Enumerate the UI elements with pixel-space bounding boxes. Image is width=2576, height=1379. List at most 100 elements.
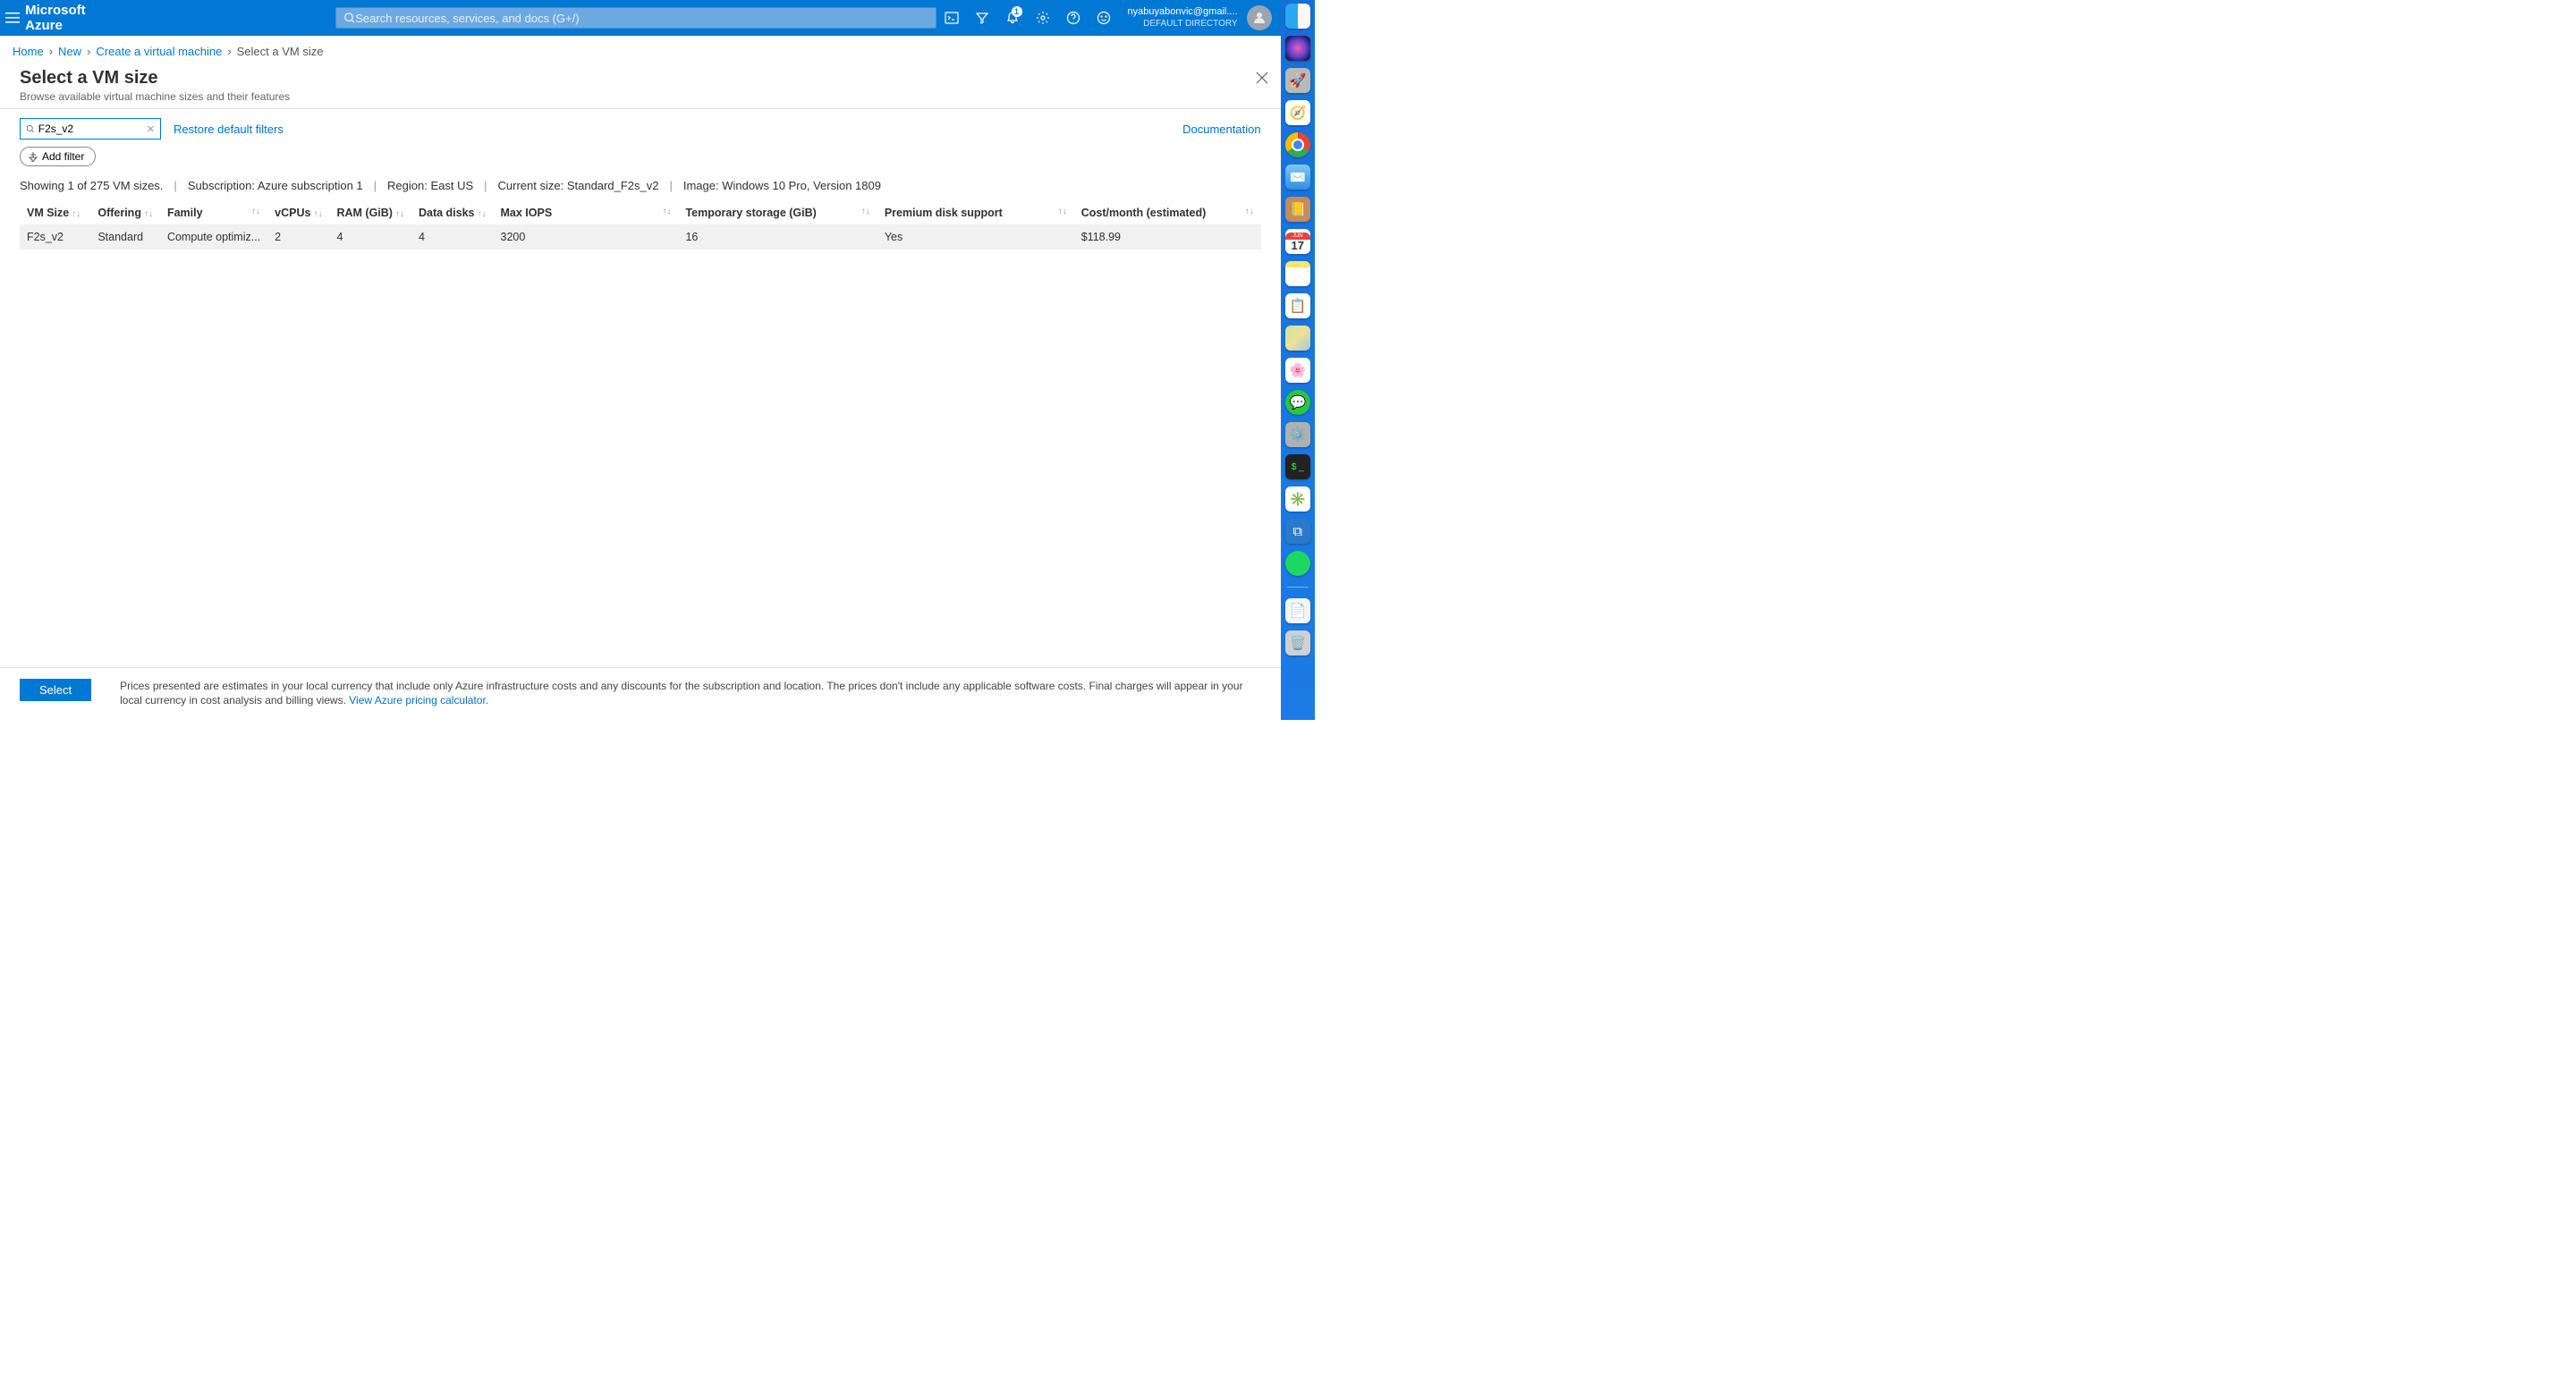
crumb-new[interactable]: New xyxy=(58,45,81,58)
account-directory: DEFAULT DIRECTORY xyxy=(1143,18,1237,30)
cell-vm-size: F2s_v2 xyxy=(20,224,90,250)
cell-premium: Yes xyxy=(877,224,1074,250)
top-nav: Microsoft Azure 1 xyxy=(0,0,1281,36)
page-title: Select a VM size xyxy=(20,68,1261,89)
cell-offering: Standard xyxy=(90,224,160,250)
account-email: nyabuyabonvic@gmail.... xyxy=(1128,5,1238,18)
menu-button[interactable] xyxy=(0,11,25,25)
textedit-icon[interactable]: 📄 xyxy=(1285,598,1310,623)
crumb-current: Select a VM size xyxy=(237,45,324,58)
cell-max-iops: 3200 xyxy=(494,224,679,250)
contacts-icon[interactable]: 📒 xyxy=(1285,197,1310,222)
sort-icon: ↑↓ xyxy=(72,209,80,219)
clear-search-icon[interactable]: ✕ xyxy=(147,123,155,135)
col-offering[interactable]: Offering↑↓ xyxy=(90,201,160,224)
breadcrumb: Home › New › Create a virtual machine › … xyxy=(0,36,1281,68)
slack-icon[interactable]: ✳️ xyxy=(1285,486,1310,512)
page-header: Select a VM size Browse available virtua… xyxy=(0,68,1281,109)
notes-icon[interactable] xyxy=(1285,261,1310,286)
macos-dock: 🚀 🧭 ✉️ 📒 JUN 17 📋 🌸 💬 ⚙️ $ _ ✳️ ⧉ 📄 🗑️ xyxy=(1281,0,1315,720)
chevron-right-icon: › xyxy=(49,45,53,58)
spotify-icon[interactable] xyxy=(1285,551,1310,576)
sort-icon: ↑↓ xyxy=(313,209,322,219)
col-data-disks[interactable]: Data disks↑↓ xyxy=(411,201,494,224)
siri-icon[interactable] xyxy=(1285,36,1310,61)
trash-icon[interactable]: 🗑️ xyxy=(1285,630,1310,656)
restore-default-filters-link[interactable]: Restore default filters xyxy=(174,123,284,136)
sort-icon: ↑↓ xyxy=(144,209,153,219)
sort-icon: ↑↓ xyxy=(861,207,870,216)
cell-family: Compute optimiz... xyxy=(160,224,267,250)
col-temp-storage[interactable]: Temporary storage (GiB)↑↓ xyxy=(678,201,877,224)
feedback-icon[interactable] xyxy=(1089,0,1119,36)
result-count: Showing 1 of 275 VM sizes. xyxy=(20,179,163,192)
subscription-label: Subscription: Azure subscription 1 xyxy=(188,179,363,192)
dock-divider xyxy=(1287,587,1309,588)
chrome-icon[interactable] xyxy=(1285,132,1310,157)
cell-data-disks: 4 xyxy=(411,224,494,250)
add-filter-button[interactable]: Add filter xyxy=(20,147,96,166)
cloud-shell-icon[interactable] xyxy=(936,0,967,36)
launchpad-icon[interactable]: 🚀 xyxy=(1285,68,1310,93)
photos-icon[interactable]: 🌸 xyxy=(1285,358,1310,383)
col-premium[interactable]: Premium disk support↑↓ xyxy=(877,201,1074,224)
notifications-icon[interactable]: 1 xyxy=(997,0,1028,36)
chevron-right-icon: › xyxy=(87,45,90,58)
reminders-icon[interactable]: 📋 xyxy=(1285,293,1310,318)
sort-icon: ↑↓ xyxy=(1245,207,1254,216)
table-row[interactable]: F2s_v2 Standard Compute optimiz... 2 4 4… xyxy=(20,224,1261,250)
image-label: Image: Windows 10 Pro, Version 1809 xyxy=(683,179,881,192)
add-filter-label: Add filter xyxy=(42,150,84,163)
help-icon[interactable] xyxy=(1058,0,1089,36)
brand-label[interactable]: Microsoft Azure xyxy=(25,3,114,33)
maps-icon[interactable] xyxy=(1285,326,1310,351)
cell-cost: $118.99 xyxy=(1074,224,1261,250)
global-search-input[interactable] xyxy=(355,12,928,25)
sort-icon: ↑↓ xyxy=(1058,207,1067,216)
region-label: Region: East US xyxy=(387,179,473,192)
safari-icon[interactable]: 🧭 xyxy=(1285,100,1310,125)
current-size-label: Current size: Standard_F2s_v2 xyxy=(498,179,659,192)
documentation-link[interactable]: Documentation xyxy=(1182,123,1260,136)
notifications-badge: 1 xyxy=(1012,6,1022,17)
calendar-icon[interactable]: JUN 17 xyxy=(1285,229,1310,254)
messages-icon[interactable]: 💬 xyxy=(1285,390,1310,415)
cell-temp-storage: 16 xyxy=(678,224,877,250)
col-max-iops[interactable]: Max IOPS↑↓ xyxy=(494,201,679,224)
vm-size-table: VM Size↑↓ Offering↑↓ Family↑↓ vCPUs↑↓ RA… xyxy=(20,201,1261,250)
sort-icon: ↑↓ xyxy=(662,207,671,216)
pricing-calculator-link[interactable]: View Azure pricing calculator. xyxy=(349,694,488,706)
select-button[interactable]: Select xyxy=(20,679,91,701)
cell-vcpus: 2 xyxy=(267,224,329,250)
mail-icon[interactable]: ✉️ xyxy=(1285,165,1310,190)
col-vcpus[interactable]: vCPUs↑↓ xyxy=(267,201,329,224)
cell-ram: 4 xyxy=(329,224,411,250)
vscode-icon[interactable]: ⧉ xyxy=(1285,519,1310,544)
col-vm-size[interactable]: VM Size↑↓ xyxy=(20,201,90,224)
col-ram[interactable]: RAM (GiB)↑↓ xyxy=(329,201,411,224)
result-meta: Showing 1 of 275 VM sizes. | Subscriptio… xyxy=(0,175,1281,201)
finder-icon[interactable] xyxy=(1285,4,1310,29)
account-block[interactable]: nyabuyabonvic@gmail.... DEFAULT DIRECTOR… xyxy=(1119,5,1245,30)
system-preferences-icon[interactable]: ⚙️ xyxy=(1285,422,1310,447)
vm-size-search[interactable]: ✕ xyxy=(20,118,161,140)
settings-icon[interactable] xyxy=(1028,0,1058,36)
crumb-home[interactable]: Home xyxy=(13,45,44,58)
filters-row: ✕ Restore default filters Documentation xyxy=(0,109,1281,145)
crumb-create-vm[interactable]: Create a virtual machine xyxy=(96,45,222,58)
terminal-icon[interactable]: $ _ xyxy=(1285,454,1310,479)
col-cost[interactable]: Cost/month (estimated)↑↓ xyxy=(1074,201,1261,224)
global-search[interactable] xyxy=(335,7,936,29)
sort-icon: ↑↓ xyxy=(395,209,404,219)
sort-icon: ↑↓ xyxy=(251,207,260,216)
vm-size-search-input[interactable] xyxy=(38,123,143,135)
col-family[interactable]: Family↑↓ xyxy=(160,201,267,224)
footer-text: Prices presented are estimates in your l… xyxy=(120,679,1260,707)
avatar[interactable] xyxy=(1247,5,1272,30)
footer: Select Prices presented are estimates in… xyxy=(0,667,1281,720)
close-button[interactable] xyxy=(1256,72,1268,84)
sort-icon: ↑↓ xyxy=(478,209,487,219)
page-subtitle: Browse available virtual machine sizes a… xyxy=(20,90,1261,103)
directory-filter-icon[interactable] xyxy=(967,0,997,36)
chevron-right-icon: › xyxy=(227,45,231,58)
